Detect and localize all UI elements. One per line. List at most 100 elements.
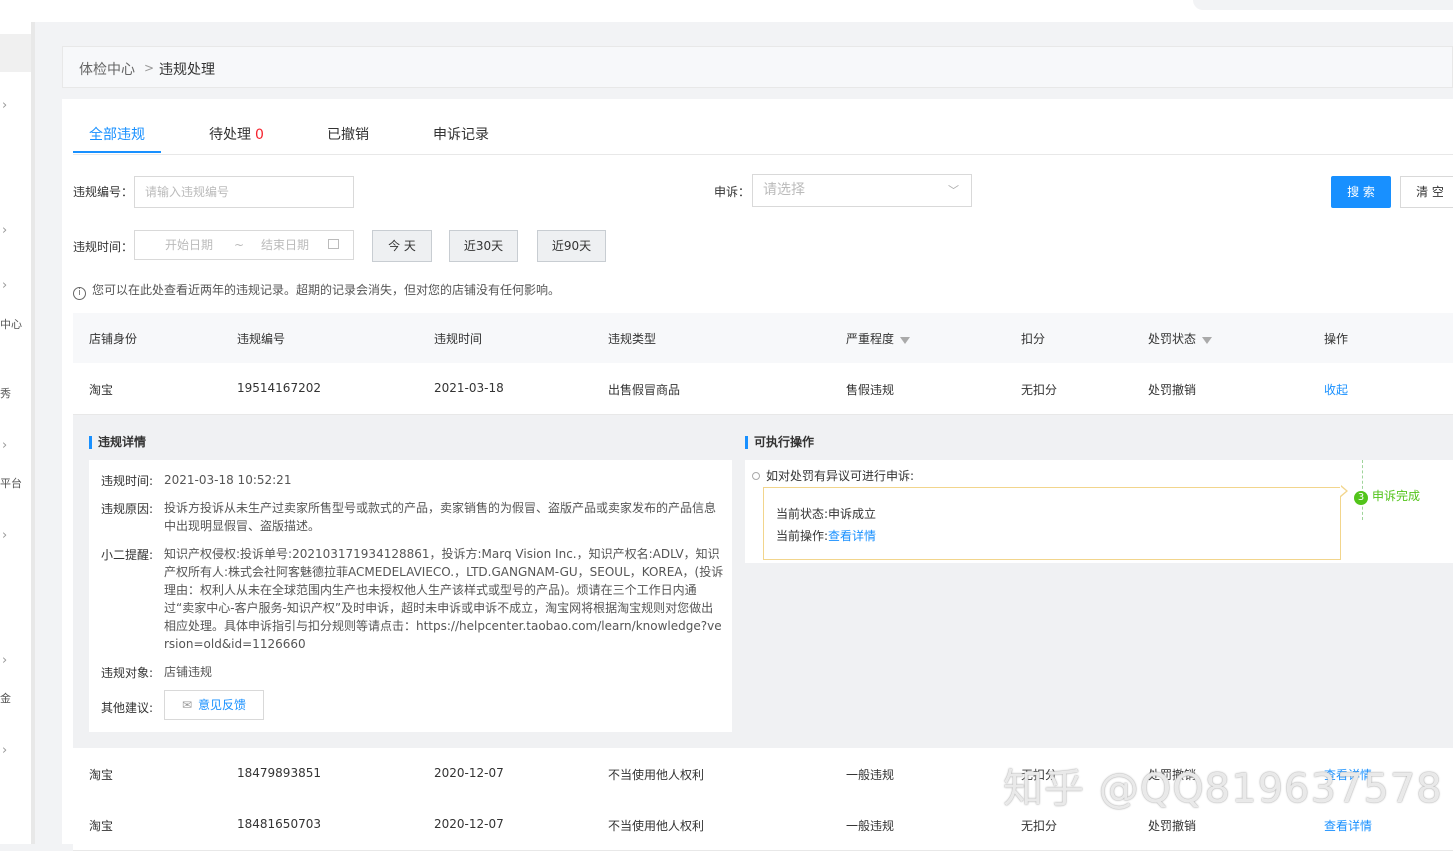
actions-section-title: 可执行操作: [745, 436, 814, 449]
left-nav-selected[interactable]: [0, 34, 31, 72]
retention-notice: i 您可以在此处查看近两年的违规记录。超期的记录会消失，但对您的店铺没有任何影响。: [73, 281, 560, 300]
col-points: 扣分: [1021, 332, 1046, 346]
appeal-select[interactable]: 请选择 ﹀: [752, 174, 972, 207]
detail-time-label: 违规时间:: [101, 474, 154, 488]
mail-icon: ✉: [181, 698, 193, 712]
appeal-operation: 当前操作:查看详情: [776, 529, 877, 543]
violation-id-input[interactable]: 请输入违规编号: [134, 176, 354, 208]
table-row: 淘宝 19514167202 2021-03-18 出售假冒商品 售假违规 无扣…: [73, 363, 1453, 415]
chevron-right-icon[interactable]: ›: [2, 743, 7, 758]
col-time: 违规时间: [434, 332, 483, 346]
detail-box: 违规时间: 2021-03-18 10:52:21 违规原因: 投诉方投诉从未生…: [89, 460, 732, 732]
detail-tip-label: 小二提醒:: [101, 548, 154, 562]
cell-id: 18481650703: [237, 817, 321, 831]
feedback-button[interactable]: ✉ 意见反馈: [164, 690, 264, 720]
expanded-detail: 违规详情 违规时间: 2021-03-18 10:52:21 违规原因: 投诉方…: [73, 415, 1453, 748]
step-number-icon: 3: [1354, 491, 1368, 505]
breadcrumb-root[interactable]: 体检中心: [79, 59, 135, 79]
detail-target-label: 违规对象:: [101, 666, 154, 680]
quick-90-days-button[interactable]: 近90天: [537, 230, 606, 262]
tab-revoked[interactable]: 已撤销: [327, 124, 369, 144]
pending-count-badge: 0: [255, 127, 264, 143]
cell-status: 处罚撤销: [1148, 383, 1197, 397]
quick-today-button[interactable]: 今 天: [372, 230, 432, 262]
quick-30-days-button[interactable]: 近30天: [449, 230, 518, 262]
col-type: 违规类型: [608, 332, 657, 346]
tab-pending[interactable]: 待处理 0: [209, 124, 264, 144]
callout-arrow-inner: [1340, 486, 1346, 496]
chevron-right-icon[interactable]: ›: [2, 98, 7, 113]
appeal-step: 3 申诉完成: [1354, 487, 1420, 505]
cell-id: 19514167202: [237, 381, 321, 395]
violation-time-label: 违规时间：: [73, 240, 134, 254]
chevron-right-icon[interactable]: ›: [2, 223, 7, 238]
date-range-separator: ~: [234, 238, 245, 252]
cell-points: 无扣分: [1021, 819, 1058, 833]
main-panel: 全部违规 待处理 0 已撤销 申诉记录 违规编号： 请输入违规编号 申诉： 请选择…: [62, 99, 1453, 851]
left-nav: › › › 中心 秀 › 平台 › › 金 ›: [0, 22, 32, 844]
filter-icon[interactable]: [900, 337, 911, 344]
detail-reason-value: 投诉方投诉从未生产过卖家所售型号或款式的产品，卖家销售的为假冒、盗版产品或卖家发…: [164, 501, 717, 533]
cell-severity: 售假违规: [846, 383, 895, 397]
col-id: 违规编号: [237, 332, 286, 346]
actions-head: 如对处罚有异议可进行申诉:: [766, 469, 915, 483]
detail-time-value: 2021-03-18 10:52:21: [164, 473, 292, 487]
clear-button[interactable]: 清 空: [1400, 176, 1453, 208]
breadcrumb-current: 违规处理: [159, 62, 215, 78]
cell-id: 18479893851: [237, 766, 321, 780]
top-bar: [0, 0, 1453, 22]
appeal-label: 申诉：: [714, 185, 751, 199]
tab-bar: 全部违规 待处理 0 已撤销 申诉记录: [73, 99, 1453, 155]
tab-all[interactable]: 全部违规: [89, 124, 145, 144]
breadcrumb-separator: >: [144, 61, 155, 75]
cell-severity: 一般违规: [846, 768, 895, 782]
calendar-icon: [328, 239, 339, 249]
col-severity[interactable]: 严重程度: [846, 330, 911, 347]
detail-section-title: 违规详情: [89, 436, 146, 449]
cell-shop: 淘宝: [89, 768, 114, 782]
filter-icon[interactable]: [1202, 337, 1213, 344]
info-icon: i: [73, 287, 86, 300]
chevron-right-icon[interactable]: ›: [2, 528, 7, 543]
view-detail-link[interactable]: 查看详情: [1324, 817, 1372, 834]
chevron-right-icon[interactable]: ›: [2, 438, 7, 453]
col-action: 操作: [1324, 332, 1349, 346]
collapse-link[interactable]: 收起: [1324, 381, 1348, 398]
chevron-down-icon: ﹀: [948, 184, 959, 197]
start-date-input[interactable]: 开始日期: [165, 231, 213, 259]
violation-id-label: 违规编号：: [73, 185, 134, 199]
breadcrumb: 体检中心 > 违规处理: [62, 46, 1453, 88]
appeal-status-box: 当前状态:申诉成立 当前操作:查看详情: [763, 487, 1341, 560]
cell-shop: 淘宝: [89, 819, 114, 833]
detail-target-value: 店铺违规: [164, 665, 213, 679]
chevron-right-icon[interactable]: ›: [2, 653, 7, 668]
left-nav-item-label[interactable]: 秀: [0, 385, 11, 401]
active-tab-indicator: [73, 151, 161, 153]
timeline-dot-icon: [752, 472, 760, 480]
detail-suggest-label: 其他建议:: [101, 701, 154, 715]
cell-time: 2021-03-18: [434, 381, 504, 395]
end-date-input[interactable]: 结束日期: [261, 231, 309, 259]
cell-status: 处罚撤销: [1148, 819, 1197, 833]
detail-reason-label: 违规原因:: [101, 502, 154, 516]
cell-type: 不当使用他人权利: [608, 819, 705, 833]
col-status[interactable]: 处罚状态: [1148, 330, 1213, 347]
left-nav-item-label[interactable]: 中心: [0, 316, 22, 332]
left-nav-item-label[interactable]: 平台: [0, 475, 22, 491]
left-nav-item-label[interactable]: 金: [0, 690, 11, 706]
nav-gutter: [31, 22, 35, 844]
appeal-select-value: 请选择: [763, 182, 805, 198]
search-button[interactable]: 搜 索: [1331, 176, 1391, 208]
detail-tip-value: 知识产权侵权:投诉单号:2021031719341288​61，投诉方:Marq…: [164, 547, 724, 651]
chevron-right-icon[interactable]: ›: [2, 278, 7, 293]
watermark: 知乎 @QQ819637578: [1003, 766, 1443, 812]
cell-type: 不当使用他人权利: [608, 768, 705, 782]
col-shop: 店铺身份: [89, 332, 138, 346]
actions-area: 如对处罚有异议可进行申诉: 当前状态:申诉成立 当前操作:查看详情 3 申诉完成: [745, 460, 1453, 563]
tab-appeals[interactable]: 申诉记录: [433, 124, 489, 144]
cell-severity: 一般违规: [846, 819, 895, 833]
date-range-picker[interactable]: 开始日期 ~ 结束日期: [134, 230, 354, 260]
cell-time: 2020-12-07: [434, 817, 504, 831]
cell-shop: 淘宝: [89, 383, 114, 397]
appeal-detail-link[interactable]: 查看详情: [828, 529, 876, 543]
